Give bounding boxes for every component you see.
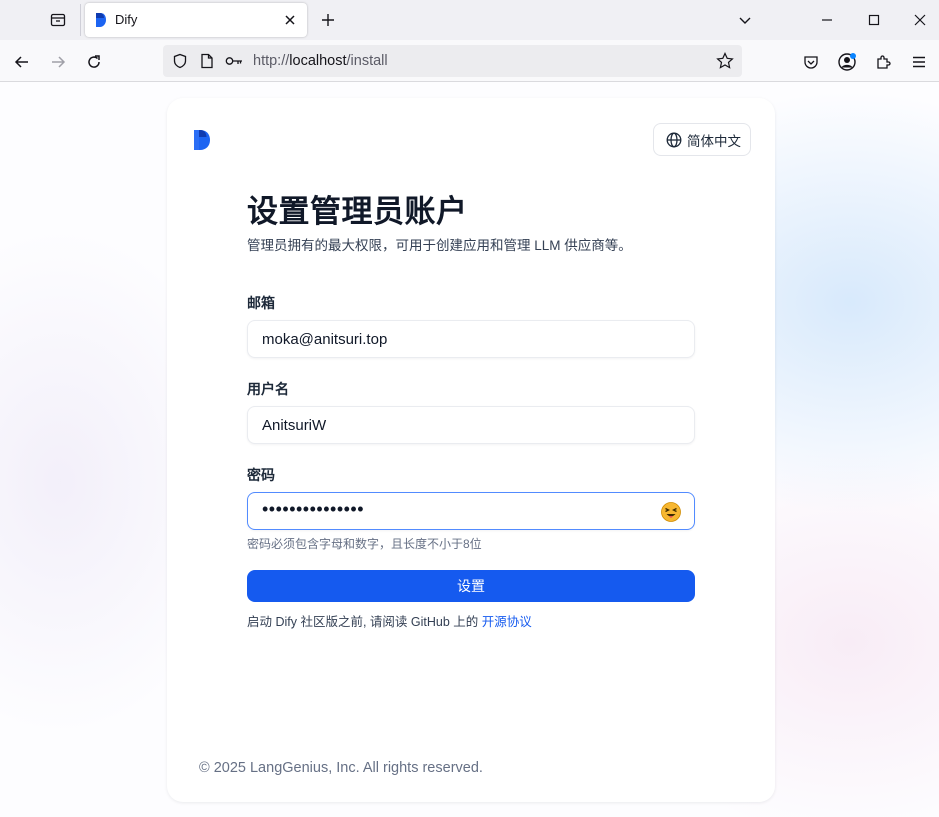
copyright-footer: © 2025 LangGenius, Inc. All rights reser… [199, 760, 483, 776]
browser-nav-bar: http://localhost/install [0, 40, 939, 82]
reload-icon[interactable] [80, 48, 108, 76]
menu-icon[interactable] [905, 48, 933, 76]
language-selector[interactable]: 简体中文 [653, 123, 751, 156]
password-hint: 密码必须包含字母和数字，且长度不小于8位 [247, 537, 482, 551]
browser-tab-dify[interactable]: Dify [85, 3, 307, 37]
shield-icon[interactable] [171, 52, 189, 70]
dify-favicon-icon [96, 13, 106, 27]
page-title: 设置管理员账户 [247, 194, 468, 229]
url-text[interactable]: http://localhost/install [253, 53, 388, 69]
page-background: 简体中文 设置管理员账户 管理员拥有的最大权限，可用于创建应用和管理 LLM 供… [0, 82, 939, 817]
pocket-icon[interactable] [797, 48, 825, 76]
password-value: ••••••••••••••• [262, 499, 365, 519]
install-card: 简体中文 设置管理员账户 管理员拥有的最大权限，可用于创建应用和管理 LLM 供… [167, 98, 775, 802]
language-label: 简体中文 [687, 133, 741, 149]
globe-icon [666, 132, 682, 147]
url-path: /install [346, 53, 388, 69]
username-label: 用户名 [247, 381, 289, 397]
new-tab-icon[interactable] [316, 8, 340, 32]
key-icon[interactable] [225, 52, 243, 70]
tab-separator [80, 4, 81, 36]
username-field[interactable]: AnitsuriW [247, 406, 695, 444]
forward-arrow-icon[interactable] [44, 48, 72, 76]
email-field[interactable]: moka@anitsuri.top [247, 320, 695, 358]
tab-title: Dify [115, 12, 138, 27]
license-notice: 启动 Dify 社区版之前, 请阅读 GitHub 上的 开源协议 [247, 611, 532, 630]
url-scheme: http:// [253, 53, 290, 69]
password-field[interactable]: ••••••••••••••• [247, 492, 695, 530]
bookmark-star-icon[interactable] [716, 52, 734, 70]
setup-submit-button[interactable]: 设置 [247, 570, 695, 602]
minimize-icon[interactable] [813, 6, 841, 34]
account-icon[interactable] [833, 48, 861, 76]
url-host: localhost [289, 53, 347, 69]
window-close-icon[interactable] [906, 6, 934, 34]
tab-close-icon[interactable] [281, 11, 299, 29]
tab-overview-icon[interactable] [44, 6, 72, 34]
dify-logo-icon [194, 130, 210, 150]
license-notice-text: 启动 Dify 社区版之前, 请阅读 GitHub 上的 [247, 615, 482, 629]
page-subtitle: 管理员拥有的最大权限，可用于创建应用和管理 LLM 供应商等。 [247, 238, 632, 253]
extensions-icon[interactable] [869, 48, 897, 76]
maximize-icon[interactable] [860, 6, 888, 34]
password-label: 密码 [247, 467, 275, 483]
email-label: 邮箱 [247, 295, 275, 311]
license-link[interactable]: 开源协议 [482, 615, 532, 629]
show-password-emoji-icon[interactable] [660, 501, 682, 523]
back-arrow-icon[interactable] [8, 48, 36, 76]
email-value: moka@anitsuri.top [262, 331, 388, 348]
page-icon[interactable] [198, 52, 216, 70]
browser-tab-strip: Dify [0, 0, 939, 40]
address-bar[interactable]: http://localhost/install [163, 45, 742, 77]
chevron-down-icon[interactable] [733, 8, 757, 32]
username-value: AnitsuriW [262, 417, 327, 434]
